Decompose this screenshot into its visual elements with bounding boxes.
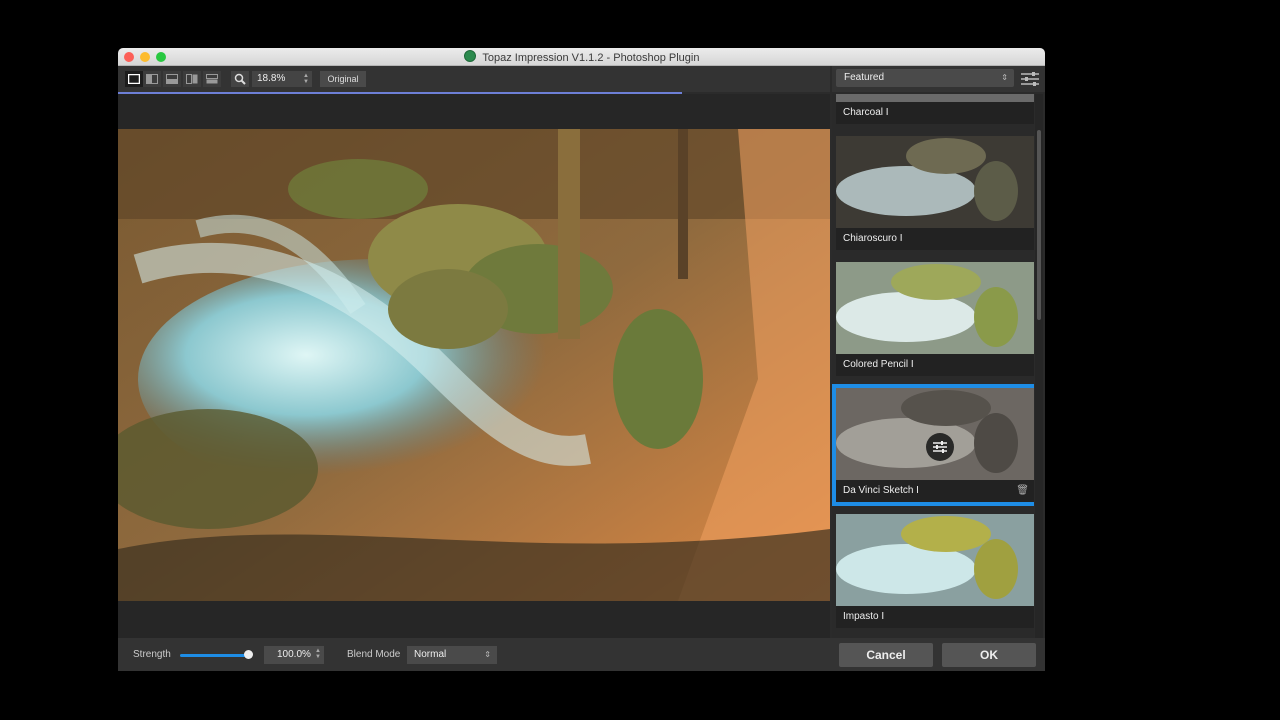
preset-thumbnail <box>836 262 1034 354</box>
zoom-level-field[interactable]: 18.8% ▲ ▼ <box>252 71 312 87</box>
preset-thumbnail <box>836 388 1034 480</box>
side-by-side-icon <box>186 74 198 84</box>
blend-mode-select[interactable]: Normal ⇕ <box>407 646 497 664</box>
title-bar: Topaz Impression V1.1.2 - Photoshop Plug… <box>118 48 1045 66</box>
split-vertical-icon <box>146 74 158 84</box>
strength-value-field[interactable]: 100.0% ▲ ▼ <box>264 646 324 664</box>
preset-label-text: Da Vinci Sketch I <box>843 485 919 496</box>
preset-item-colored-pencil[interactable]: Colored Pencil I <box>836 262 1034 376</box>
preset-category-select[interactable]: Featured ⇕ <box>836 69 1014 87</box>
preset-item-da-vinci-sketch[interactable]: Da Vinci Sketch I 🗑 <box>832 384 1034 506</box>
preset-item-impasto[interactable]: Impasto I <box>836 514 1034 628</box>
stacked-view-icon <box>206 74 218 84</box>
zoom-stepper-icon[interactable]: ▲ ▼ <box>303 73 309 85</box>
side-by-side-view-button[interactable] <box>183 71 201 87</box>
preset-item-chiaroscuro[interactable]: Chiaroscuro I <box>836 136 1034 250</box>
preset-item-charcoal[interactable]: Charcoal I <box>836 94 1034 124</box>
sliders-filter-icon[interactable] <box>1020 70 1040 88</box>
select-arrows-icon: ⇕ <box>1001 73 1008 82</box>
original-button[interactable]: Original <box>320 71 366 87</box>
strength-slider[interactable] <box>180 654 248 657</box>
preset-panel-header: Featured ⇕ <box>832 66 1045 92</box>
magnifier-icon <box>234 73 246 85</box>
select-arrows-icon: ⇕ <box>484 650 491 659</box>
preset-settings-icon[interactable] <box>926 433 954 461</box>
strength-label: Strength <box>133 649 171 660</box>
strength-stepper-icon[interactable]: ▲ ▼ <box>315 648 321 660</box>
preview-canvas[interactable] <box>118 94 830 638</box>
strength-value: 100.0% <box>277 649 311 660</box>
zoom-button[interactable] <box>231 71 249 87</box>
single-view-button[interactable] <box>125 71 143 87</box>
plugin-window: Topaz Impression V1.1.2 - Photoshop Plug… <box>118 48 1045 671</box>
painted-stream-image <box>118 129 830 601</box>
preset-label: Impasto I <box>836 606 1034 628</box>
stacked-view-button[interactable] <box>203 71 221 87</box>
split-horizontal-icon <box>166 74 178 84</box>
single-view-icon <box>128 74 140 84</box>
strength-slider-knob[interactable] <box>244 650 253 659</box>
cancel-button[interactable]: Cancel <box>839 643 933 667</box>
scrollbar-thumb[interactable] <box>1037 130 1041 320</box>
split-vertical-view-button[interactable] <box>143 71 161 87</box>
preset-label: Chiaroscuro I <box>836 228 1034 250</box>
preview-image <box>118 129 830 601</box>
preset-list-scrollbar[interactable] <box>1035 94 1043 638</box>
preset-category-value: Featured <box>844 72 885 83</box>
blend-mode-label: Blend Mode <box>347 649 401 660</box>
window-title: Topaz Impression V1.1.2 - Photoshop Plug… <box>482 52 700 64</box>
preset-label: Colored Pencil I <box>836 354 1034 376</box>
view-toolbar: 18.8% ▲ ▼ Original <box>118 66 830 92</box>
ok-button[interactable]: OK <box>942 643 1036 667</box>
topaz-logo-icon <box>463 50 476 62</box>
split-horizontal-view-button[interactable] <box>163 71 181 87</box>
window-title-wrap: Topaz Impression V1.1.2 - Photoshop Plug… <box>118 50 1045 64</box>
preset-label: Da Vinci Sketch I 🗑 <box>836 480 1034 502</box>
trash-icon[interactable]: 🗑 <box>1016 480 1029 502</box>
blend-mode-value: Normal <box>414 649 447 660</box>
preset-label: Charcoal I <box>836 102 1034 124</box>
preset-thumbnail <box>836 514 1034 606</box>
preset-thumbnail <box>836 136 1034 228</box>
preset-thumbnail <box>836 94 1034 102</box>
zoom-level-value: 18.8% <box>257 73 286 84</box>
bottom-bar: Strength 100.0% ▲ ▼ Blend Mode Normal ⇕ C… <box>118 638 1045 671</box>
preset-list[interactable]: Charcoal I Chiaroscuro I Colored Pencil … <box>832 94 1034 638</box>
